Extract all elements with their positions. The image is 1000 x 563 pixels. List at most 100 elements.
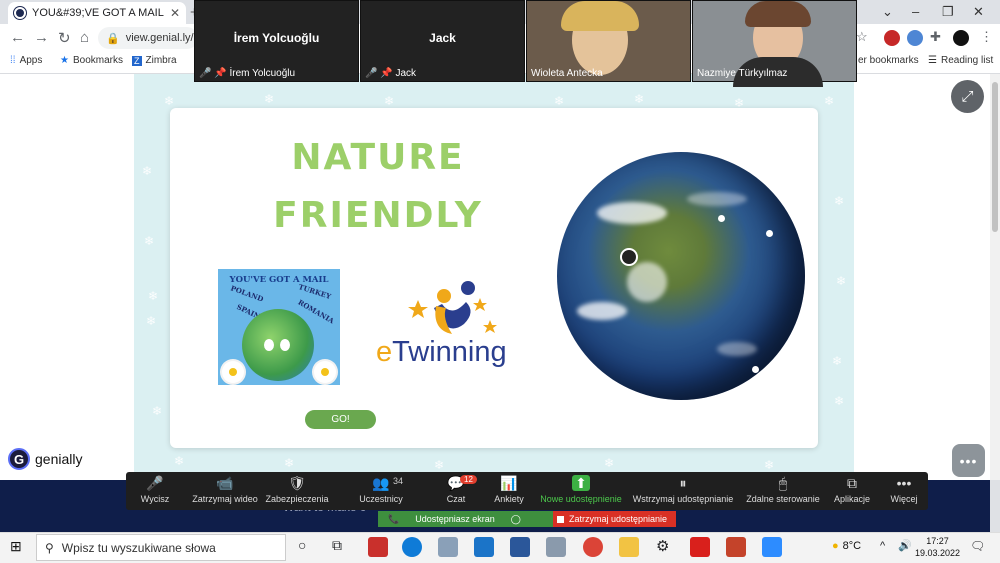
participant-hair (561, 1, 639, 31)
browser-tab[interactable]: YOU&#39;VE GOT A MAIL by For ✕ (8, 2, 186, 24)
participants-count: 34 (393, 476, 404, 486)
bookmark-zimbra[interactable]: Z Zimbra (132, 55, 177, 66)
tab-title: YOU&#39;VE GOT A MAIL by For (32, 7, 164, 19)
polls-button[interactable]: 📊 Ankiety (474, 475, 544, 504)
participant-hair (745, 1, 811, 27)
video-camera-icon: 📹 (216, 475, 234, 491)
home-icon[interactable]: ⌂ (80, 29, 89, 46)
muted-mic-icon: 🎤 (199, 68, 212, 79)
bookmark-bookmarks[interactable]: ★ Bookmarks (60, 55, 123, 66)
hotspot-dot[interactable] (752, 366, 759, 373)
task-view-icon[interactable]: ⧉ (332, 537, 342, 554)
pause-share-button[interactable]: ⏸ Wstrzymaj udostępnianie (632, 475, 734, 504)
pin-icon: 📌 (214, 68, 227, 79)
genially-logo[interactable]: G genially (8, 448, 82, 470)
extension-icon[interactable] (884, 30, 900, 46)
remote-control-button[interactable]: 🖱 Zdalne sterowanie (744, 475, 822, 504)
fullscreen-button[interactable]: ⤢ (951, 80, 984, 113)
slide-title-line1: NATURE (291, 137, 465, 178)
minimize-button[interactable]: – (912, 4, 919, 19)
profile-avatar[interactable] (953, 30, 969, 46)
unlock-icon: ⤢ (961, 88, 974, 105)
video-tile-irem[interactable]: İrem Yolcuoğlu 🎤 📌 İrem Yolcuoğlu (194, 0, 359, 82)
back-icon[interactable]: ← (10, 29, 25, 46)
chevron-up-icon[interactable]: ^ (880, 540, 885, 552)
stop-sharing-button[interactable]: Zatrzymaj udostępnianie (553, 511, 676, 527)
address-bar[interactable]: 🔒 view.genial.ly/6 (98, 27, 200, 49)
file-explorer-icon[interactable] (619, 537, 639, 557)
daisy-icon (222, 361, 244, 383)
etwinning-figures-icon (408, 281, 497, 334)
mute-button[interactable]: 🎤 Wycisz (120, 475, 190, 504)
zoom-icon[interactable] (762, 537, 782, 557)
video-tile-wioleta[interactable]: Wioleta Antecka (526, 0, 691, 82)
microphone-icon: 🎤 (146, 475, 164, 491)
cortana-icon[interactable]: ○ (298, 537, 306, 553)
weather-widget[interactable]: ● 8°C (832, 540, 861, 552)
app-icon-red[interactable] (368, 537, 388, 557)
genially-cursor-icon[interactable] (620, 248, 638, 266)
page-scrollbar[interactable] (990, 74, 1000, 480)
earth-globe-image[interactable] (557, 152, 805, 400)
more-dots-icon: ••• (896, 475, 912, 491)
video-tile-nazmiye[interactable]: Nazmiye Türkyılmaz (692, 0, 857, 87)
sharing-indicator[interactable]: 📞 Udostępniasz ekran ◯ (378, 511, 553, 527)
etwinning-logo[interactable]: eTwinning (376, 278, 526, 368)
share-screen-icon: ⬆ (572, 475, 590, 491)
notifications-icon[interactable]: 🗨 (970, 539, 985, 553)
volume-icon[interactable]: 🔊 (898, 539, 912, 552)
apps-button[interactable]: ⧉ Aplikacje (822, 475, 882, 504)
close-tab-icon[interactable]: ✕ (170, 6, 180, 20)
hotspot-dot[interactable] (718, 215, 725, 222)
paint-icon[interactable] (438, 537, 458, 557)
menu-icon[interactable]: ⋮ (980, 29, 993, 45)
genially-favicon-icon (14, 7, 26, 19)
close-window-button[interactable]: ✕ (973, 4, 984, 20)
settings-gear-icon[interactable]: ⚙ (656, 537, 669, 555)
puzzle-icon[interactable]: ✚ (930, 29, 941, 45)
pause-icon: ⏸ (679, 475, 687, 491)
youve-got-a-mail-logo[interactable]: YOU'VE GOT A MAIL POLAND TURKEY SPAIN RO… (218, 269, 340, 385)
lock-icon: 🔒 (106, 32, 120, 45)
extension-icon[interactable] (907, 30, 923, 46)
more-button[interactable]: ••• Więcej (876, 475, 932, 504)
slide-title-line2: FRIENDLY (273, 195, 483, 236)
bar-chart-icon: 📊 (500, 475, 518, 491)
go-button[interactable]: GO! (305, 410, 376, 429)
stop-video-button[interactable]: 📹 Zatrzymaj wideo (190, 475, 260, 504)
mascot-eye (264, 339, 274, 351)
genially-more-button[interactable]: ••• (952, 444, 985, 477)
bookmark-other[interactable]: er bookmarks (858, 55, 919, 66)
chrome-icon[interactable] (583, 537, 603, 557)
tab-search-icon[interactable]: ⌄ (882, 4, 893, 20)
search-icon: ⚲ (45, 540, 54, 555)
pin-icon: 📌 (380, 68, 393, 79)
reload-icon[interactable]: ↻ (58, 29, 71, 47)
calculator-icon[interactable] (546, 537, 566, 557)
mascot-eye (280, 339, 290, 351)
edge-icon[interactable] (402, 537, 422, 557)
bookmark-reading-list[interactable]: ☰ Reading list (928, 55, 993, 66)
taskbar-clock[interactable]: 17:27 19.03.2022 (915, 535, 960, 559)
zimbra-icon: Z (132, 55, 142, 66)
new-share-button[interactable]: ⬆ Nowe udostępnienie (538, 475, 624, 504)
media-player-icon[interactable] (474, 537, 494, 557)
windows-start-icon[interactable]: ⊞ (10, 538, 22, 555)
bookmark-apps[interactable]: ⁞⁞ Apps (10, 55, 42, 66)
participants-button[interactable]: 👥 Uczestnicy (346, 475, 416, 504)
maximize-button[interactable]: ❐ (942, 4, 954, 20)
word-icon[interactable] (510, 537, 530, 557)
star-icon[interactable]: ☆ (856, 29, 868, 45)
sun-icon: ● (832, 540, 839, 552)
security-button[interactable]: 🛡 Zabezpieczenia (262, 475, 332, 504)
apps-icon: ⧉ (847, 475, 857, 491)
phone-icon: 📞 (388, 513, 400, 524)
star-icon: ★ (60, 55, 69, 66)
forward-icon[interactable]: → (34, 29, 49, 46)
daisy-icon (314, 361, 336, 383)
taskbar-search-box[interactable]: ⚲ Wpisz tu wyszukiwane słowa (36, 534, 286, 561)
hotspot-dot[interactable] (766, 230, 773, 237)
powerpoint-icon[interactable] (726, 537, 746, 557)
video-tile-jack[interactable]: Jack 🎤 📌 Jack (360, 0, 525, 82)
acrobat-icon[interactable] (690, 537, 710, 557)
